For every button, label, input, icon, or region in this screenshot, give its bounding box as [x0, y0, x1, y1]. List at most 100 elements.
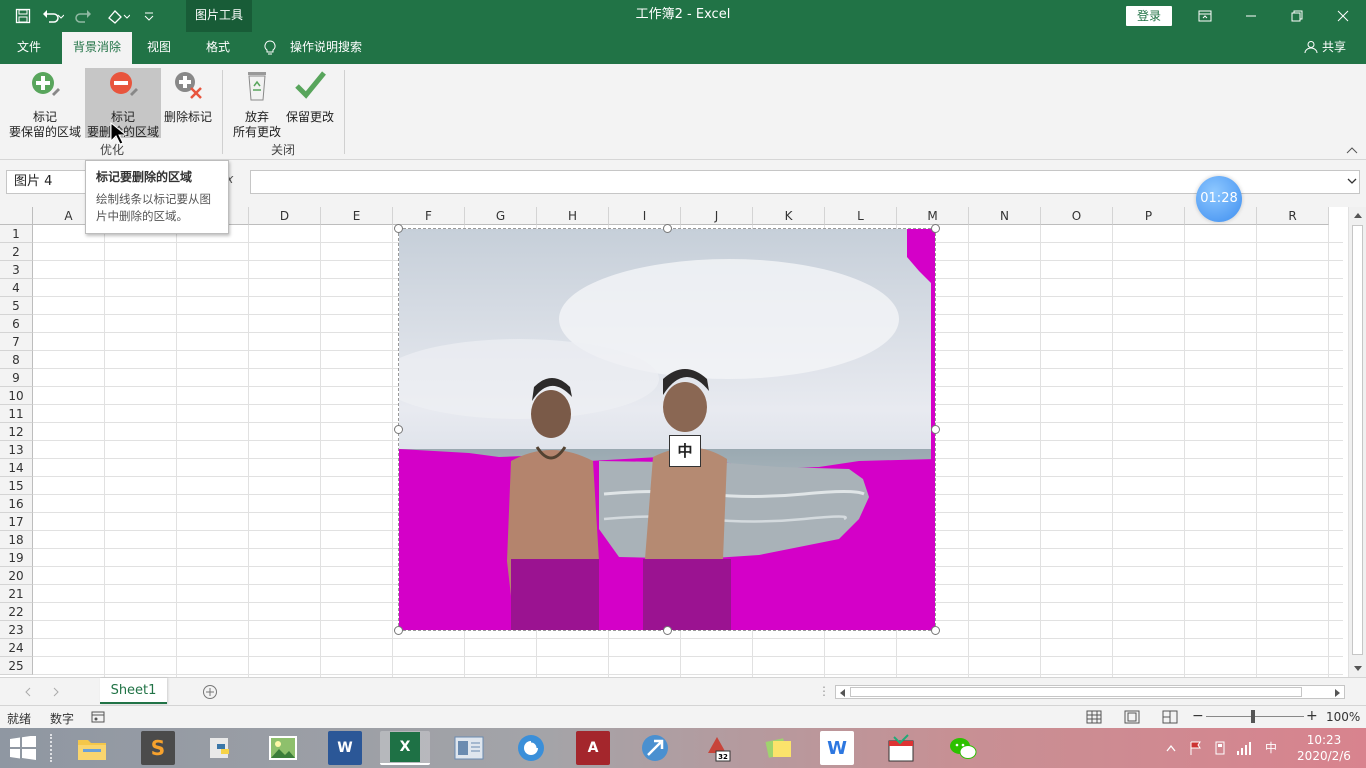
column-header-l[interactable]: L — [825, 207, 897, 225]
discard-all-changes-button[interactable]: 放弃 所有更改 — [230, 68, 284, 139]
save-icon[interactable] — [14, 6, 32, 26]
name-box[interactable]: 图片 4 — [6, 170, 86, 194]
row-header-18[interactable]: 18 — [0, 531, 33, 549]
column-header-n[interactable]: N — [969, 207, 1041, 225]
ime-indicator[interactable]: 中 — [1265, 728, 1277, 768]
row-header-19[interactable]: 19 — [0, 549, 33, 567]
row-header-21[interactable]: 21 — [0, 585, 33, 603]
row-header-17[interactable]: 17 — [0, 513, 33, 531]
next-sheet-icon[interactable] — [52, 687, 60, 697]
vertical-scroll-thumb[interactable] — [1352, 225, 1363, 655]
wps-app-icon[interactable]: W — [820, 731, 854, 765]
mark-areas-to-keep-button[interactable]: 标记 要保留的区域 — [6, 68, 84, 139]
browser-app-icon[interactable] — [514, 731, 548, 765]
share-button[interactable]: 共享 — [1304, 32, 1346, 62]
row-header-8[interactable]: 8 — [0, 351, 33, 369]
photo-viewer-app-icon[interactable] — [266, 731, 300, 765]
row-header-6[interactable]: 6 — [0, 315, 33, 333]
keep-changes-button[interactable]: 保留更改 — [284, 68, 336, 138]
tray-overflow-icon[interactable] — [1166, 744, 1176, 752]
horizontal-scroll-thumb[interactable] — [850, 687, 1302, 697]
clock[interactable]: 10:23 2020/2/6 — [1292, 732, 1356, 764]
row-header-11[interactable]: 11 — [0, 405, 33, 423]
column-header-j[interactable]: J — [681, 207, 753, 225]
column-header-d[interactable]: D — [249, 207, 321, 225]
minimize-icon[interactable] — [1228, 0, 1274, 32]
row-header-16[interactable]: 16 — [0, 495, 33, 513]
timer-badge[interactable]: 01:28 — [1196, 176, 1242, 222]
tool-beta-app-icon[interactable] — [638, 731, 672, 765]
reader-app-icon[interactable] — [452, 731, 486, 765]
collapse-ribbon-icon[interactable] — [1346, 146, 1358, 154]
close-icon[interactable] — [1320, 0, 1366, 32]
row-header-23[interactable]: 23 — [0, 621, 33, 639]
row-header-10[interactable]: 10 — [0, 387, 33, 405]
tab-format[interactable]: 格式 — [194, 32, 242, 64]
resize-handle-bottom[interactable] — [663, 626, 672, 635]
column-header-m[interactable]: M — [897, 207, 969, 225]
flag-icon[interactable] — [1188, 740, 1204, 756]
zoom-level[interactable]: 100% — [1326, 710, 1360, 724]
row-header-9[interactable]: 9 — [0, 369, 33, 387]
undo-icon[interactable] — [42, 6, 64, 26]
zoom-in-button[interactable]: + — [1306, 708, 1318, 724]
selected-picture[interactable]: 中 — [394, 224, 940, 635]
column-header-k[interactable]: K — [753, 207, 825, 225]
sublime-text-app-icon[interactable]: S — [141, 731, 175, 765]
vertical-scrollbar[interactable] — [1348, 207, 1366, 677]
sheet-tab-sheet1[interactable]: Sheet1 — [100, 678, 167, 704]
login-button[interactable]: 登录 — [1126, 6, 1172, 26]
row-header-13[interactable]: 13 — [0, 441, 33, 459]
calendar-app-icon[interactable] — [884, 731, 918, 765]
normal-view-icon[interactable] — [1086, 710, 1102, 724]
access-app-icon[interactable]: A — [576, 731, 610, 765]
column-header-e[interactable]: E — [321, 207, 393, 225]
word-app-icon[interactable]: W — [328, 731, 362, 765]
row-header-5[interactable]: 5 — [0, 297, 33, 315]
row-header-3[interactable]: 3 — [0, 261, 33, 279]
expand-formula-bar-icon[interactable] — [1347, 178, 1357, 186]
scroll-right-icon[interactable] — [1333, 688, 1341, 698]
page-layout-icon[interactable] — [1124, 710, 1140, 724]
prev-sheet-icon[interactable] — [24, 687, 32, 697]
restore-icon[interactable] — [1274, 0, 1320, 32]
column-header-g[interactable]: G — [465, 207, 537, 225]
row-header-12[interactable]: 12 — [0, 423, 33, 441]
redo-icon[interactable] — [74, 6, 96, 26]
row-header-25[interactable]: 25 — [0, 657, 33, 675]
scroll-up-icon[interactable] — [1353, 211, 1363, 219]
formula-input[interactable] — [250, 170, 1360, 194]
zoom-out-button[interactable]: − — [1192, 708, 1204, 724]
page-break-preview-icon[interactable] — [1162, 710, 1178, 724]
horizontal-scrollbar[interactable] — [835, 685, 1345, 699]
row-header-4[interactable]: 4 — [0, 279, 33, 297]
network-icon[interactable] — [1236, 740, 1252, 756]
zoom-slider-track[interactable] — [1206, 716, 1304, 717]
usb-device-icon[interactable] — [1212, 740, 1228, 756]
row-header-20[interactable]: 20 — [0, 567, 33, 585]
column-header-f[interactable]: F — [393, 207, 465, 225]
wechat-app-icon[interactable] — [946, 731, 980, 765]
resize-handle-top-left[interactable] — [394, 224, 403, 233]
column-header-r[interactable]: R — [1257, 207, 1329, 225]
select-all-corner[interactable] — [0, 207, 33, 225]
row-header-1[interactable]: 1 — [0, 225, 33, 243]
game-32-app-icon[interactable]: 32 — [700, 731, 734, 765]
move-handle-icon[interactable]: 中 — [669, 435, 701, 467]
scroll-left-icon[interactable] — [839, 688, 847, 698]
column-header-p[interactable]: P — [1113, 207, 1185, 225]
ribbon-display-icon[interactable] — [1182, 0, 1228, 32]
row-header-15[interactable]: 15 — [0, 477, 33, 495]
tab-file[interactable]: 文件 — [6, 32, 52, 64]
resize-handle-left[interactable] — [394, 425, 403, 434]
split-handle[interactable]: ⋮ — [818, 684, 830, 698]
resize-handle-top-right[interactable] — [931, 224, 940, 233]
python-app-icon[interactable] — [204, 731, 238, 765]
resize-handle-bottom-right[interactable] — [931, 626, 940, 635]
resize-handle-bottom-left[interactable] — [394, 626, 403, 635]
tab-view[interactable]: 视图 — [136, 32, 182, 64]
row-header-2[interactable]: 2 — [0, 243, 33, 261]
resize-handle-right[interactable] — [931, 425, 940, 434]
resize-handle-top[interactable] — [663, 224, 672, 233]
macro-record-icon[interactable] — [91, 711, 105, 723]
